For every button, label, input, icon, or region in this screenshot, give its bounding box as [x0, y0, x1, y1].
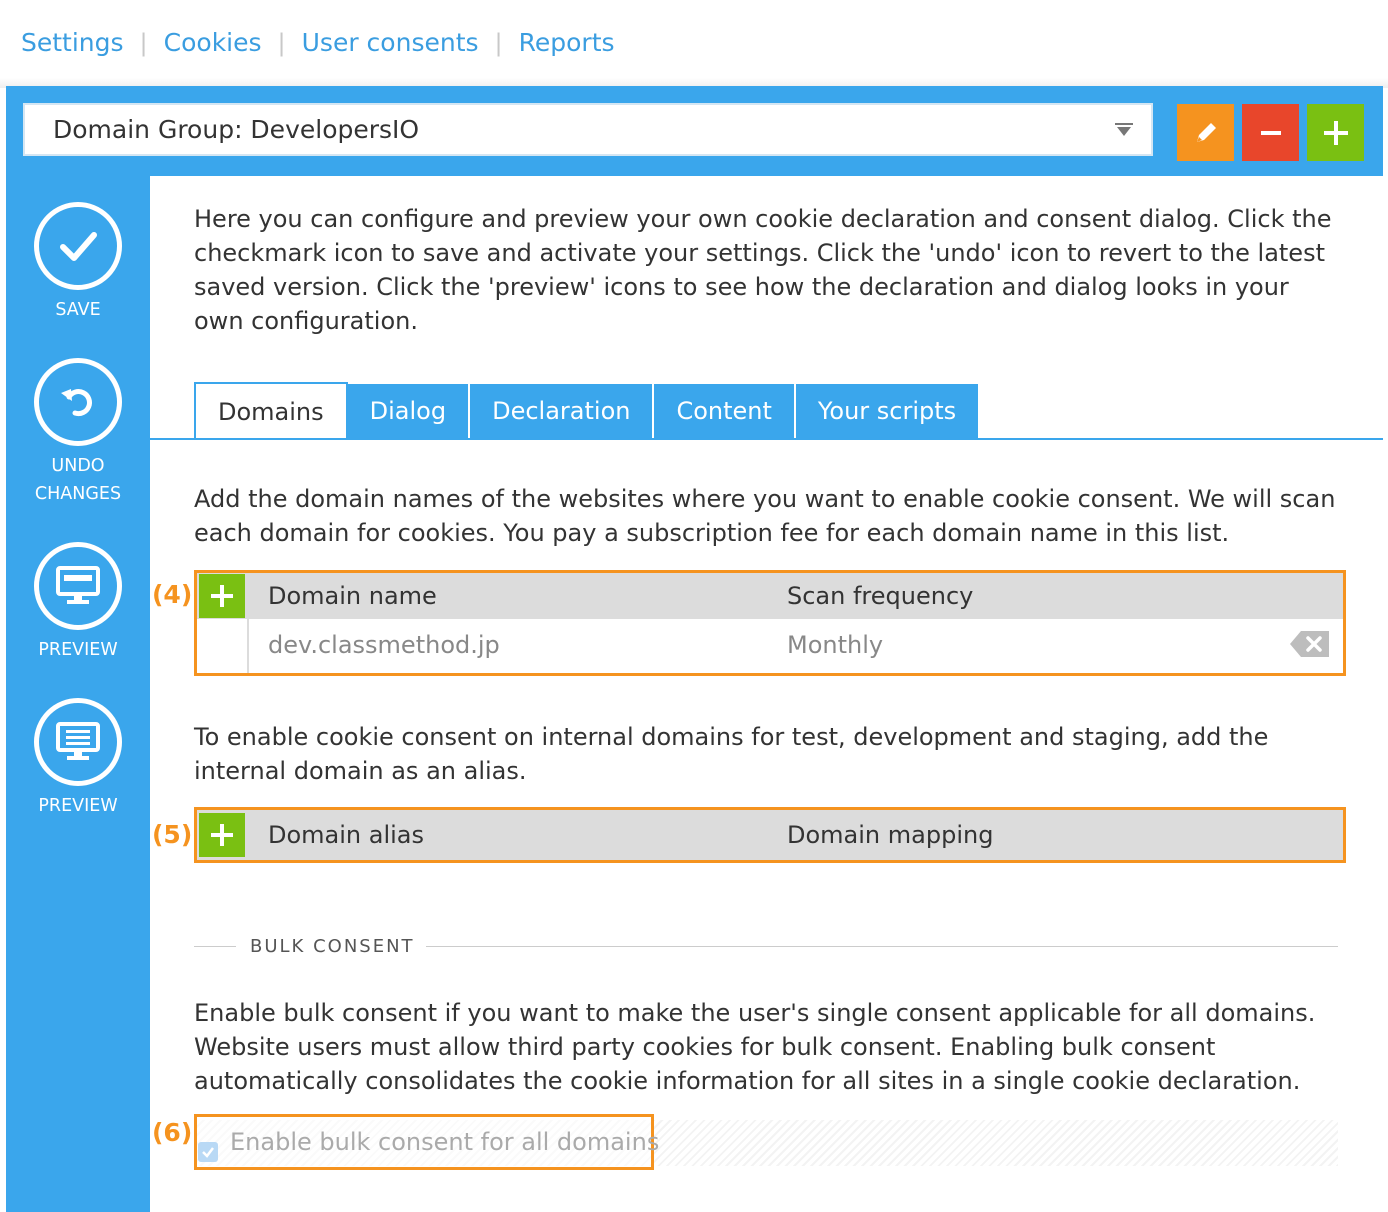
preview-circle — [34, 698, 122, 786]
preview-label: PREVIEW — [38, 796, 118, 816]
pencil-icon — [1196, 122, 1216, 142]
add-group-button[interactable] — [1307, 104, 1364, 161]
monitor-declaration-icon — [56, 722, 100, 760]
tab-domains[interactable]: Domains — [194, 382, 348, 440]
undo-changes-button[interactable]: UNDO CHANGES — [6, 358, 150, 508]
checkmark-icon — [202, 1147, 214, 1158]
nav-user-consents[interactable]: User consents — [302, 28, 479, 57]
tab-declaration[interactable]: Declaration — [470, 384, 655, 438]
domains-description: Add the domain names of the websites whe… — [194, 485, 1336, 547]
bulk-description: Enable bulk consent if you want to make … — [194, 999, 1316, 1095]
plus-icon — [211, 585, 233, 607]
domain-group-select[interactable]: Domain Group: DevelopersIO — [23, 103, 1153, 156]
delete-row-icon[interactable] — [1289, 630, 1331, 662]
domain-row[interactable]: dev.classmethod.jp Monthly — [251, 619, 1343, 673]
tab-content[interactable]: Content — [654, 384, 796, 438]
remove-group-button[interactable] — [1242, 104, 1299, 161]
callout-4: (4) — [152, 580, 193, 609]
nav-separator: | — [494, 28, 503, 57]
undo-icon — [61, 389, 92, 417]
bulk-consent-checkbox[interactable] — [198, 1142, 218, 1162]
preview-circle — [34, 542, 122, 630]
checkmark-icon — [60, 232, 97, 261]
nav-separator: | — [139, 28, 148, 57]
intro-text: Here you can configure and preview your … — [194, 205, 1332, 335]
aliases-grid-header: Domain alias Domain mapping — [197, 810, 1343, 860]
nav-cookies[interactable]: Cookies — [164, 28, 262, 57]
top-nav: Settings | Cookies | User consents | Rep… — [21, 28, 615, 57]
undo-label-line1: UNDO — [51, 456, 105, 476]
save-button[interactable]: SAVE — [6, 202, 150, 324]
callout-6: (6) — [152, 1118, 193, 1147]
sidebar: SAVE UNDO CHANGES PREVIEW PREVIEW — [6, 176, 150, 1212]
row-gutter — [197, 619, 249, 673]
minus-icon — [1260, 130, 1281, 135]
tab-your-scripts[interactable]: Your scripts — [795, 384, 979, 438]
plus-icon — [1323, 120, 1348, 145]
col-scan-frequency: Scan frequency — [787, 582, 974, 610]
tab-underline — [150, 438, 1383, 440]
preview-declaration-button[interactable]: PREVIEW — [6, 698, 150, 820]
nav-separator: | — [277, 28, 286, 57]
nav-reports[interactable]: Reports — [519, 28, 615, 57]
main-content: Here you can configure and preview your … — [150, 176, 1383, 1212]
save-circle — [34, 202, 122, 290]
aliases-description: To enable cookie consent on internal dom… — [194, 723, 1269, 785]
undo-label-line2: CHANGES — [34, 484, 122, 504]
dropdown-arrow-icon — [1115, 123, 1133, 136]
preview-label: PREVIEW — [38, 640, 118, 660]
add-domain-button[interactable] — [199, 574, 245, 618]
edit-group-button[interactable] — [1177, 104, 1234, 161]
plus-icon — [211, 824, 233, 846]
domain-group-label: Domain Group: DevelopersIO — [53, 115, 420, 144]
col-domain-name: Domain name — [268, 582, 437, 610]
tab-bar: Domains Dialog Declaration Content Your … — [194, 382, 979, 440]
scan-frequency-cell: Monthly — [787, 631, 884, 659]
undo-circle — [34, 358, 122, 446]
add-alias-button[interactable] — [199, 813, 245, 857]
domain-name-cell: dev.classmethod.jp — [268, 631, 500, 659]
preview-dialog-button[interactable]: PREVIEW — [6, 542, 150, 664]
nav-settings[interactable]: Settings — [21, 28, 124, 57]
monitor-dialog-icon — [56, 566, 100, 604]
section-rule-right — [426, 946, 1338, 947]
domains-grid-header: Domain name Scan frequency — [197, 573, 1343, 619]
section-rule-left — [194, 946, 236, 947]
callout-5: (5) — [152, 820, 193, 849]
bulk-consent-heading: BULK CONSENT — [250, 936, 415, 957]
col-domain-mapping: Domain mapping — [787, 821, 994, 849]
tab-dialog[interactable]: Dialog — [347, 384, 471, 438]
save-label: SAVE — [55, 300, 101, 320]
bulk-consent-label[interactable]: Enable bulk consent for all domains — [230, 1128, 659, 1156]
col-domain-alias: Domain alias — [268, 821, 425, 849]
